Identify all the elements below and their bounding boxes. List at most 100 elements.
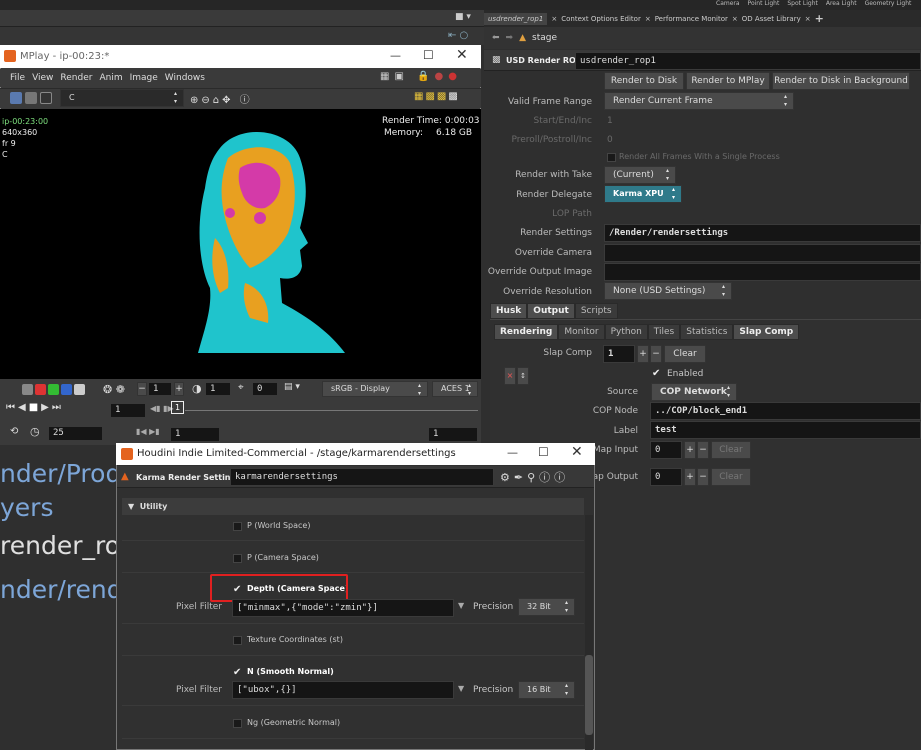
tab-performance-monitor[interactable]: Performance Monitor bbox=[655, 15, 728, 23]
current-frame-field[interactable]: 1 bbox=[110, 403, 146, 418]
tab-context-options[interactable]: Context Options Editor bbox=[561, 15, 641, 23]
gamma-increase-button[interactable]: + bbox=[174, 382, 184, 396]
gamma-decrease-button[interactable]: − bbox=[137, 382, 147, 396]
map-output-clear-button[interactable]: Clear bbox=[711, 468, 751, 486]
back-arrow-icon[interactable]: ⬅ bbox=[492, 33, 500, 43]
start-value[interactable]: 1 bbox=[607, 116, 613, 126]
menu-render[interactable]: Render bbox=[60, 73, 92, 83]
slap-entry-move-button[interactable]: ↕ bbox=[517, 367, 529, 385]
tab-tiles[interactable]: Tiles bbox=[647, 324, 681, 340]
maximize-icon[interactable]: ☐ bbox=[538, 445, 549, 459]
left-nav-icons[interactable]: ⇤ ○ bbox=[448, 30, 468, 41]
play-icon[interactable]: ▶ bbox=[41, 402, 49, 413]
offset-field[interactable]: 0 bbox=[252, 382, 278, 396]
rgb-icon[interactable] bbox=[22, 384, 33, 395]
karma-scrollbar[interactable] bbox=[585, 515, 593, 750]
slap-remove-button[interactable]: − bbox=[650, 345, 662, 363]
slap-clear-button[interactable]: Clear bbox=[664, 345, 706, 363]
pixel-filter-field[interactable]: ["ubox",{}] bbox=[232, 681, 454, 699]
label-field[interactable]: test bbox=[650, 421, 921, 439]
menu-windows[interactable]: Windows bbox=[165, 73, 205, 83]
close-icon[interactable]: × bbox=[805, 15, 811, 23]
tab-od-asset-library[interactable]: OD Asset Library bbox=[742, 15, 801, 23]
maximize-icon[interactable]: ☐ bbox=[423, 48, 434, 62]
left-toolbar-icons[interactable]: ■ ▾ bbox=[455, 12, 483, 24]
aov-checkbox[interactable] bbox=[233, 719, 242, 728]
map-input-clear-button[interactable]: Clear bbox=[711, 441, 751, 459]
override-output-field[interactable] bbox=[604, 263, 921, 281]
color-channel-icons[interactable] bbox=[22, 384, 85, 395]
play-back-icon[interactable]: ◀ bbox=[18, 402, 26, 413]
mplay-menu-icons[interactable]: ▦▣ 🔒●● bbox=[380, 71, 462, 82]
tab-rendering[interactable]: Rendering bbox=[494, 324, 559, 340]
pixel-filter-field[interactable]: ["minmax",{"mode":"zmin"}] bbox=[232, 599, 454, 617]
end-frame-field[interactable]: 1 bbox=[428, 427, 478, 442]
map-output-remove-button[interactable]: − bbox=[697, 468, 709, 486]
tab-statistics[interactable]: Statistics bbox=[680, 324, 734, 340]
source-menu[interactable]: COP Network bbox=[651, 383, 737, 401]
tab-slap-comp[interactable]: Slap Comp bbox=[733, 324, 800, 340]
menu-file[interactable]: File bbox=[10, 73, 25, 83]
map-input-field[interactable]: 0 bbox=[650, 441, 682, 459]
minimize-icon[interactable]: — bbox=[390, 49, 401, 62]
tab-usdrender-rop1[interactable]: usdrender_rop1 bbox=[484, 12, 548, 25]
render-to-disk-button[interactable]: Render to Disk bbox=[604, 72, 684, 90]
cop-node-field[interactable]: ../COP/block_end1 bbox=[650, 402, 921, 420]
aces-menu[interactable]: ACES 1 bbox=[432, 381, 478, 398]
tab-monitor[interactable]: Monitor bbox=[558, 324, 605, 340]
valid-frame-range-menu[interactable]: Render Current Frame bbox=[604, 92, 794, 110]
exposure-icon[interactable]: ◑ bbox=[192, 382, 202, 395]
preroll-value[interactable]: 0 bbox=[607, 135, 613, 145]
aov-checkbox-checked[interactable]: ✔ bbox=[233, 668, 242, 678]
minimize-icon[interactable]: — bbox=[507, 446, 518, 459]
filter-menu-icon[interactable]: ▼ bbox=[458, 601, 464, 610]
timeline-marker[interactable]: 1 bbox=[171, 401, 184, 414]
map-output-field[interactable]: 0 bbox=[650, 468, 682, 486]
aov-checkbox[interactable] bbox=[233, 522, 242, 531]
loop-icon[interactable]: ⟲ bbox=[10, 426, 18, 437]
first-frame-icon[interactable]: ⏮ bbox=[6, 402, 15, 413]
shelf-point-light[interactable]: Point Light bbox=[748, 0, 780, 10]
menu-view[interactable]: View bbox=[32, 73, 53, 83]
utility-section-header[interactable]: ▼ Utility bbox=[122, 498, 584, 515]
colorspace-menu[interactable]: sRGB - Display bbox=[322, 381, 428, 398]
slap-comp-count[interactable]: 1 bbox=[603, 345, 635, 363]
last-frame-icon[interactable]: ⏭ bbox=[52, 402, 61, 413]
gamma-icon[interactable]: ❂ ❁ bbox=[103, 383, 125, 396]
tab-husk[interactable]: Husk bbox=[490, 303, 528, 319]
range-icons[interactable]: ▮◀ ▶▮ bbox=[136, 427, 160, 436]
close-icon[interactable]: × bbox=[551, 15, 557, 23]
shelf-spot-light[interactable]: Spot Light bbox=[787, 0, 818, 10]
map-output-add-button[interactable]: + bbox=[684, 468, 696, 486]
rop-name-field[interactable]: usdrender_rop1 bbox=[575, 52, 921, 70]
map-input-add-button[interactable]: + bbox=[684, 441, 696, 459]
gamma-field[interactable]: 1 bbox=[148, 382, 172, 396]
fps-field[interactable]: 25 bbox=[48, 426, 103, 441]
forward-arrow-icon[interactable]: ➡ bbox=[506, 33, 514, 43]
start-frame-field[interactable]: 1 bbox=[170, 427, 220, 442]
karma-header-icons[interactable]: ⚙✒⚲ⓘⓘ bbox=[500, 469, 569, 485]
override-camera-field[interactable] bbox=[604, 244, 921, 262]
render-to-mplay-button[interactable]: Render to MPlay bbox=[686, 72, 770, 90]
zoom-tools-icons[interactable]: ⊕⊖⌂✥ ⓘ bbox=[190, 91, 253, 106]
close-icon[interactable]: ✕ bbox=[456, 47, 468, 63]
image-icon[interactable] bbox=[40, 92, 52, 104]
precision-menu[interactable]: 32 Bit bbox=[518, 598, 575, 616]
slap-entry-remove-button[interactable]: × bbox=[504, 367, 516, 385]
aov-checkbox[interactable] bbox=[233, 554, 242, 563]
offset-icon[interactable]: ⌖ bbox=[238, 382, 244, 393]
map-input-remove-button[interactable]: − bbox=[697, 441, 709, 459]
render-delegate-menu[interactable]: Karma XPU bbox=[604, 185, 682, 203]
slap-add-button[interactable]: + bbox=[637, 345, 649, 363]
stop-icon[interactable]: ■ bbox=[29, 402, 38, 413]
green-channel-icon[interactable] bbox=[48, 384, 59, 395]
override-resolution-menu[interactable]: None (USD Settings) bbox=[604, 282, 732, 300]
shelf-camera[interactable]: Camera bbox=[716, 0, 740, 10]
path-stage[interactable]: stage bbox=[532, 33, 557, 43]
menu-anim[interactable]: Anim bbox=[99, 73, 122, 83]
channel-icon[interactable] bbox=[25, 92, 37, 104]
tab-python[interactable]: Python bbox=[604, 324, 648, 340]
tab-output[interactable]: Output bbox=[527, 303, 575, 319]
red-channel-icon[interactable] bbox=[35, 384, 46, 395]
render-settings-field[interactable]: /Render/rendersettings bbox=[604, 224, 921, 242]
